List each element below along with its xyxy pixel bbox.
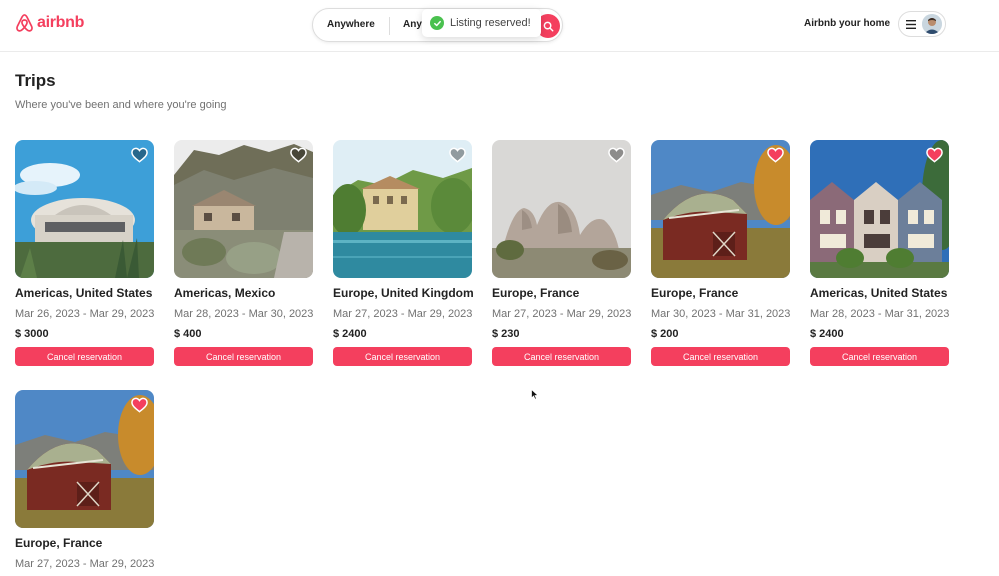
listing-image[interactable]: [15, 140, 154, 278]
cancel-reservation-button[interactable]: Cancel reservation: [333, 347, 472, 366]
logo-text: airbnb: [37, 14, 85, 31]
trip-price: $ 2400: [810, 328, 844, 340]
trip-card: Americas, United States Mar 26, 2023 - M…: [15, 140, 154, 366]
check-circle-icon: [430, 16, 444, 30]
trip-card: Europe, France Mar 27, 2023 - Mar 29, 20…: [15, 390, 154, 570]
page-title: Trips: [15, 71, 56, 90]
search-any-week[interactable]: Any: [403, 19, 422, 30]
search-icon: [543, 21, 553, 31]
airbnb-your-home-link[interactable]: Airbnb your home: [804, 18, 890, 29]
cancel-reservation-button[interactable]: Cancel reservation: [810, 347, 949, 366]
trip-location: Americas, Mexico: [174, 286, 276, 300]
heart-icon[interactable]: [131, 397, 148, 413]
heart-icon[interactable]: [290, 147, 307, 163]
trip-dates: Mar 27, 2023 - Mar 29, 2023: [15, 558, 155, 570]
trip-location: Americas, United States: [810, 286, 948, 300]
trip-price: $ 2400: [333, 328, 367, 340]
trip-price: $ 230: [492, 328, 520, 340]
toast-message: Listing reserved!: [450, 17, 531, 29]
trip-dates: Mar 27, 2023 - Mar 29, 2023: [333, 308, 473, 320]
listing-image[interactable]: [492, 140, 631, 278]
trip-price: $ 200: [651, 328, 679, 340]
cancel-reservation-button[interactable]: Cancel reservation: [174, 347, 313, 366]
trip-card: Americas, United States Mar 28, 2023 - M…: [810, 140, 949, 366]
trip-dates: Mar 27, 2023 - Mar 29, 2023: [492, 308, 632, 320]
trip-card: Europe, France Mar 27, 2023 - Mar 29, 20…: [492, 140, 631, 366]
search-anywhere[interactable]: Anywhere: [327, 19, 375, 30]
mouse-cursor-icon: [531, 389, 539, 400]
listing-image[interactable]: [333, 140, 472, 278]
listing-image[interactable]: [651, 140, 790, 278]
menu-icon: [906, 19, 916, 29]
trip-card: Europe, United Kingdom Mar 27, 2023 - Ma…: [333, 140, 474, 366]
heart-icon[interactable]: [449, 147, 466, 163]
trip-dates: Mar 30, 2023 - Mar 31, 2023: [651, 308, 791, 320]
cancel-reservation-button[interactable]: Cancel reservation: [492, 347, 631, 366]
listing-image[interactable]: [810, 140, 949, 278]
listing-image[interactable]: [174, 140, 313, 278]
airbnb-logo-icon: [16, 14, 33, 32]
heart-icon[interactable]: [926, 147, 943, 163]
trip-price: $ 400: [174, 328, 202, 340]
avatar: [922, 14, 942, 34]
trip-location: Europe, France: [15, 536, 103, 550]
trip-location: Europe, United Kingdom: [333, 286, 474, 300]
heart-icon[interactable]: [767, 147, 784, 163]
cancel-reservation-button[interactable]: Cancel reservation: [15, 347, 154, 366]
trip-location: Europe, France: [492, 286, 580, 300]
trip-dates: Mar 28, 2023 - Mar 30, 2023: [174, 308, 314, 320]
search-divider: [389, 17, 390, 35]
heart-icon[interactable]: [131, 147, 148, 163]
page-subtitle: Where you've been and where you're going: [15, 99, 227, 111]
top-nav: airbnb Anywhere Any Listing reserved! Ai…: [0, 0, 999, 52]
listing-image[interactable]: [15, 390, 154, 528]
trip-location: Americas, United States: [15, 286, 153, 300]
trip-card: Europe, France Mar 30, 2023 - Mar 31, 20…: [651, 140, 790, 366]
success-toast: Listing reserved!: [422, 9, 541, 37]
heart-icon[interactable]: [608, 147, 625, 163]
cancel-reservation-button[interactable]: Cancel reservation: [651, 347, 790, 366]
trip-price: $ 3000: [15, 328, 49, 340]
trip-location: Europe, France: [651, 286, 739, 300]
trip-dates: Mar 26, 2023 - Mar 29, 2023: [15, 308, 155, 320]
trip-card: Americas, Mexico Mar 28, 2023 - Mar 30, …: [174, 140, 313, 366]
airbnb-logo[interactable]: airbnb: [15, 13, 84, 33]
user-menu-button[interactable]: [898, 11, 946, 37]
trip-dates: Mar 28, 2023 - Mar 31, 2023: [810, 308, 950, 320]
